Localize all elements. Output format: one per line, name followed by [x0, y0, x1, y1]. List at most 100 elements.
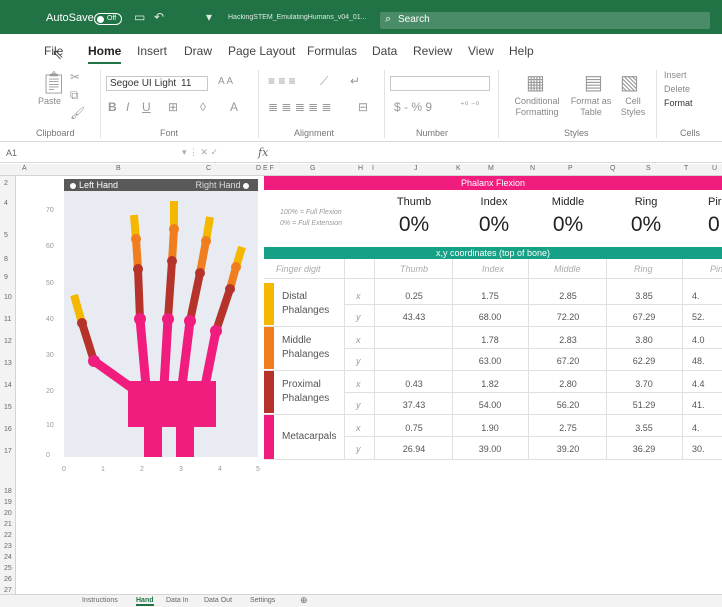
autosave-toggle[interactable]: Off	[94, 13, 122, 25]
column-header[interactable]: N	[530, 165, 535, 172]
column-header[interactable]: C	[206, 165, 211, 172]
row-header[interactable]: 14	[4, 382, 12, 389]
conditional-formatting-icon[interactable]: ▦	[526, 70, 545, 95]
name-box[interactable]: A1	[6, 148, 17, 158]
row-header[interactable]: 13	[4, 360, 12, 367]
column-header[interactable]: P	[568, 165, 573, 172]
table-cell[interactable]: 3.80	[614, 335, 674, 345]
tab-data[interactable]: Data	[372, 44, 397, 58]
align-left-icon[interactable]: ≣ ≣ ≣ ≣ ≣	[268, 100, 332, 114]
tab-home[interactable]: Home	[88, 44, 122, 64]
table-cell[interactable]: 1.82	[460, 379, 520, 389]
borders-icon[interactable]: ⊞	[168, 100, 178, 114]
table-cell[interactable]: 39.00	[460, 444, 520, 454]
column-header[interactable]: A	[22, 165, 27, 172]
font-size-select[interactable]: 11	[178, 76, 208, 91]
delete-cells-button[interactable]: Delete	[664, 84, 690, 94]
fill-color-icon[interactable]: ◊	[200, 100, 206, 114]
row-header[interactable]: 16	[4, 426, 12, 433]
sheet-tab-instructions[interactable]: Instructions	[82, 597, 118, 604]
merge-center-icon[interactable]: ⊟	[358, 100, 368, 114]
table-cell[interactable]: 72.20	[538, 312, 598, 322]
row-header[interactable]: 4	[4, 200, 8, 207]
table-cell[interactable]: 4.4	[684, 379, 722, 389]
sheet-tab-data-in[interactable]: Data In	[166, 597, 189, 604]
table-cell[interactable]: 56.20	[538, 400, 598, 410]
table-cell[interactable]: 1.90	[460, 423, 520, 433]
column-header[interactable]: S	[646, 165, 651, 172]
table-cell[interactable]: 67.20	[538, 356, 598, 366]
table-cell[interactable]: 43.43	[384, 312, 444, 322]
row-header[interactable]: 15	[4, 404, 12, 411]
format-painter-icon[interactable]: 🖌︎	[70, 106, 85, 120]
column-header[interactable]: M	[488, 165, 494, 172]
paste-icon[interactable]: 📋︎	[40, 70, 68, 96]
insert-cells-button[interactable]: Insert	[664, 70, 687, 80]
table-cell[interactable]: 39.20	[538, 444, 598, 454]
column-header[interactable]: I	[372, 165, 374, 172]
tab-page-layout[interactable]: Page Layout	[228, 44, 295, 58]
table-cell[interactable]: 2.75	[538, 423, 598, 433]
table-cell[interactable]: 0.43	[384, 379, 444, 389]
add-sheet-icon[interactable]: ⊕	[300, 595, 308, 606]
search-box[interactable]: ⌕ Search	[380, 12, 710, 29]
cell-styles-icon[interactable]: ▧	[620, 70, 639, 95]
row-header[interactable]: 22	[4, 532, 12, 539]
font-color-icon[interactable]: A	[230, 100, 238, 114]
table-cell[interactable]: 68.00	[460, 312, 520, 322]
row-header[interactable]: 9	[4, 274, 8, 281]
row-header[interactable]: 2	[4, 180, 8, 187]
column-header[interactable]: U	[712, 165, 717, 172]
font-grow-icon[interactable]: A A	[218, 76, 233, 87]
underline-button[interactable]: U	[142, 100, 151, 114]
row-header[interactable]: 10	[4, 294, 12, 301]
table-cell[interactable]: 52.	[684, 312, 722, 322]
column-header[interactable]: G	[310, 165, 315, 172]
row-header[interactable]: 24	[4, 554, 12, 561]
number-format-select[interactable]	[390, 76, 490, 91]
table-cell[interactable]: 2.83	[538, 335, 598, 345]
table-cell[interactable]: 0.25	[384, 291, 444, 301]
table-cell[interactable]: 37.43	[384, 400, 444, 410]
tab-review[interactable]: Review	[413, 44, 452, 58]
sheet-tab-settings[interactable]: Settings	[250, 597, 275, 604]
row-header[interactable]: 21	[4, 521, 12, 528]
row-header[interactable]: 18	[4, 488, 12, 495]
align-top-icon[interactable]: ≡ ≡ ≡	[268, 74, 296, 88]
cell-styles-button[interactable]: Cell Styles	[614, 96, 652, 118]
row-header[interactable]: 20	[4, 510, 12, 517]
column-header[interactable]: K	[456, 165, 461, 172]
formula-actions-icon[interactable]: ▾ ⋮ ✕ ✓	[182, 147, 218, 158]
table-cell[interactable]: 3.70	[614, 379, 674, 389]
paste-label[interactable]: Paste	[38, 96, 61, 106]
number-format-symbols[interactable]: $ - % 9	[394, 100, 432, 114]
column-header[interactable]: J	[414, 165, 418, 172]
bold-button[interactable]: B	[108, 100, 117, 114]
table-cell[interactable]: 48.	[684, 356, 722, 366]
left-hand-option[interactable]: Left Hand	[70, 180, 118, 190]
table-cell[interactable]: 3.55	[614, 423, 674, 433]
wrap-text-icon[interactable]: ↵	[350, 74, 360, 88]
column-header[interactable]: H	[358, 165, 363, 172]
table-cell[interactable]: 2.85	[538, 291, 598, 301]
column-header[interactable]: D E F	[256, 165, 274, 172]
tab-insert[interactable]: Insert	[137, 44, 167, 58]
italic-button[interactable]: I	[126, 100, 129, 114]
undo-icon[interactable]: ↶	[154, 10, 164, 24]
format-as-table-button[interactable]: Format as Table	[562, 96, 620, 118]
format-cells-button[interactable]: Format	[664, 98, 693, 108]
row-header[interactable]: 23	[4, 543, 12, 550]
insert-function-icon[interactable]: fx	[258, 146, 268, 159]
table-cell[interactable]: 36.29	[614, 444, 674, 454]
right-hand-option[interactable]: Right Hand	[195, 180, 252, 190]
table-cell[interactable]: 41.	[684, 400, 722, 410]
table-cell[interactable]: 4.	[684, 291, 722, 301]
column-header[interactable]: Q	[610, 165, 615, 172]
tab-formulas[interactable]: Formulas	[307, 44, 357, 58]
table-cell[interactable]: 26.94	[384, 444, 444, 454]
table-cell[interactable]: 54.00	[460, 400, 520, 410]
table-cell[interactable]: 30.	[684, 444, 722, 454]
row-header[interactable]: 26	[4, 576, 12, 583]
copy-icon[interactable]: ⧉	[70, 88, 79, 103]
row-header[interactable]: 5	[4, 232, 8, 239]
